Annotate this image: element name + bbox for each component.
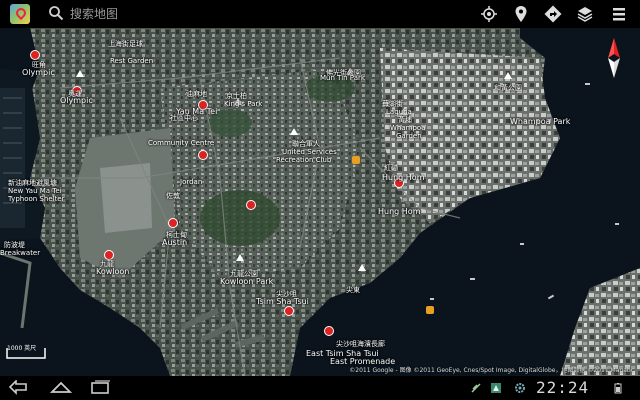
map-label: 社區中心 bbox=[170, 114, 198, 122]
map-label: Laguna bbox=[386, 108, 412, 116]
map-copyright: ©2011 Google - 图像 ©2011 GeoEye, Cnes/Spo… bbox=[349, 367, 634, 374]
map-label: Kowloon bbox=[96, 267, 130, 276]
map-label: New Yau Ma Tei bbox=[8, 187, 62, 195]
back-icon[interactable] bbox=[8, 380, 30, 396]
mtr-station-marker[interactable] bbox=[198, 150, 208, 160]
map-label: Olympic bbox=[22, 68, 55, 77]
map-label: 防波堤 bbox=[4, 241, 25, 249]
map-label: Jordan bbox=[180, 178, 203, 186]
battery-icon bbox=[614, 383, 622, 394]
map-label: Typhoon Shelter bbox=[8, 195, 65, 203]
map-label: 新油麻地避風塘 bbox=[8, 179, 57, 187]
map-label: 尖東 bbox=[346, 286, 360, 294]
my-location-icon[interactable] bbox=[480, 5, 498, 23]
map-label: Mun Tin Park bbox=[320, 74, 365, 82]
map-label: Tsim Sha Tsui bbox=[256, 297, 309, 306]
places-icon[interactable] bbox=[512, 5, 530, 23]
map-label: United Services bbox=[282, 148, 337, 156]
place-pin-marker[interactable] bbox=[426, 306, 434, 314]
mtr-station-marker[interactable] bbox=[324, 326, 334, 336]
notification-icon[interactable] bbox=[470, 382, 482, 394]
map-label: 蕪湖街 bbox=[382, 100, 403, 108]
mtr-station-marker[interactable] bbox=[246, 200, 256, 210]
map-label: 尖沙咀海濱長廊 bbox=[336, 340, 385, 348]
system-bar: 22:24 bbox=[0, 376, 640, 400]
clock[interactable]: 22:24 bbox=[536, 378, 589, 397]
map-label: Kowloon Park bbox=[220, 277, 274, 286]
layers-icon[interactable] bbox=[576, 5, 594, 23]
map-label: Whampoa bbox=[390, 124, 426, 132]
settings-icon[interactable] bbox=[514, 382, 526, 394]
place-pin-marker[interactable] bbox=[352, 156, 360, 164]
map-label: King's Park bbox=[224, 100, 263, 108]
map-label: 聯合軍人 bbox=[292, 140, 320, 148]
search-icon[interactable] bbox=[48, 5, 64, 21]
scale-bar bbox=[6, 348, 46, 359]
park-marker[interactable] bbox=[358, 264, 366, 271]
map-label: 佐敦 bbox=[166, 192, 180, 200]
map-label: Olympic bbox=[60, 96, 93, 105]
mtr-station-marker[interactable] bbox=[30, 50, 40, 60]
directions-icon[interactable] bbox=[544, 5, 562, 23]
map-label: Recreation Club bbox=[276, 156, 332, 164]
map-label: Hung Hom bbox=[382, 173, 425, 182]
home-icon[interactable] bbox=[50, 380, 72, 396]
map-label: 京士柏 bbox=[226, 92, 247, 100]
recent-apps-icon[interactable] bbox=[90, 380, 112, 396]
map-label: Community Centre bbox=[148, 139, 215, 147]
maps-notification-icon[interactable] bbox=[490, 382, 502, 394]
map-label: Rest Garden bbox=[110, 57, 154, 65]
mtr-station-marker[interactable] bbox=[104, 250, 114, 260]
maps-app-icon[interactable] bbox=[10, 4, 30, 24]
compass-icon[interactable] bbox=[606, 38, 622, 78]
park-marker[interactable] bbox=[236, 254, 244, 261]
menu-icon[interactable] bbox=[610, 5, 628, 23]
map-label: Whampoa Park bbox=[510, 117, 571, 126]
map-label: 黃埔 bbox=[398, 116, 412, 124]
map-label: Breakwater bbox=[0, 249, 41, 257]
map-label: 和黃公園 bbox=[494, 84, 522, 92]
map-label: 油麻地 bbox=[186, 90, 207, 98]
park-marker[interactable] bbox=[76, 70, 84, 77]
map-label: 紅磡 bbox=[384, 164, 398, 172]
action-bar bbox=[0, 0, 640, 28]
mtr-station-marker[interactable] bbox=[284, 306, 294, 316]
map-label: Garden bbox=[396, 132, 422, 140]
mtr-station-marker[interactable] bbox=[168, 218, 178, 228]
map-label: Hung Hom bbox=[378, 207, 421, 216]
park-marker[interactable] bbox=[290, 128, 298, 135]
map-label: Austin bbox=[162, 238, 188, 247]
park-marker[interactable] bbox=[504, 72, 512, 79]
search-input[interactable] bbox=[70, 4, 400, 24]
satellite-map[interactable]: 旺角 Olympic 奧運 Olympic 上海街足球 Rest Garden … bbox=[0, 28, 640, 376]
map-label: 上海街足球 bbox=[108, 40, 143, 48]
